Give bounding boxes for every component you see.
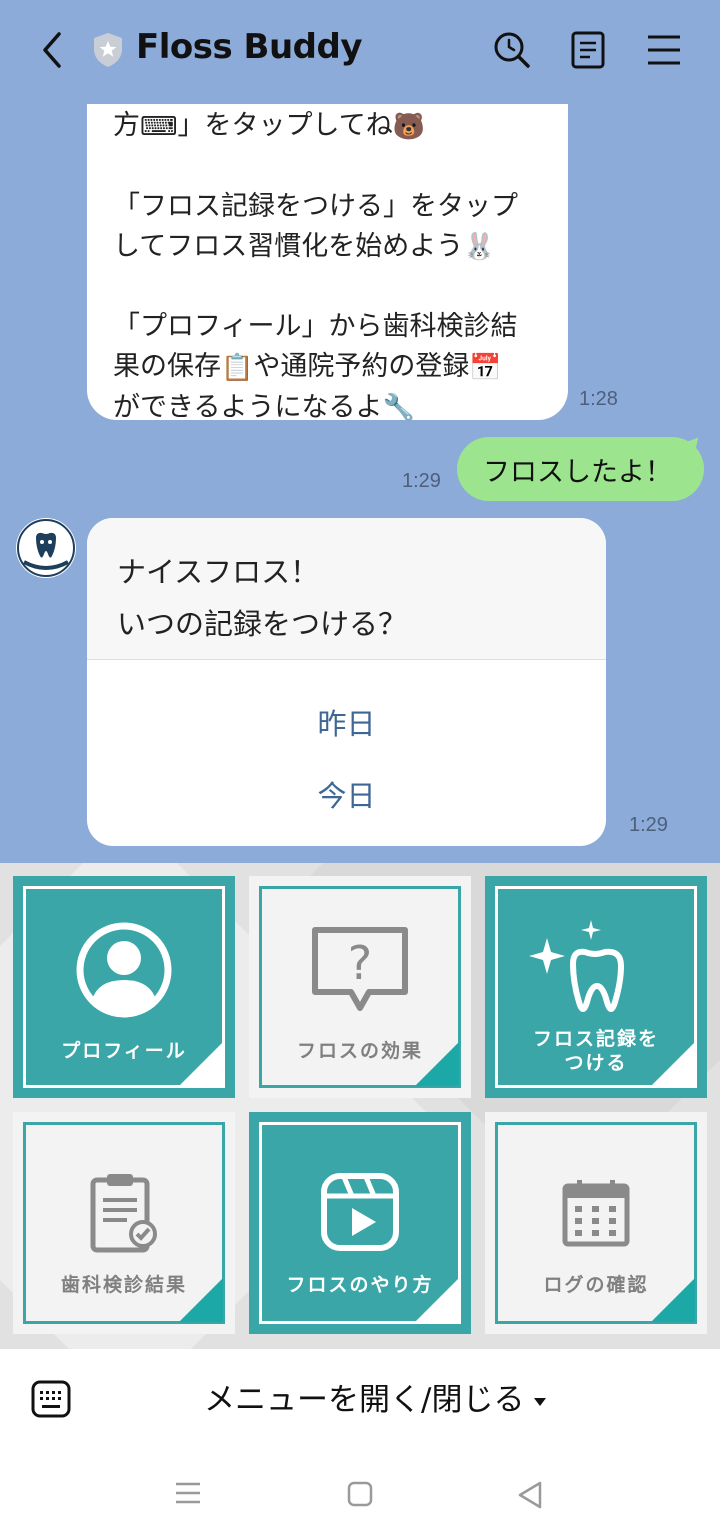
calendar-icon — [562, 1180, 630, 1247]
card-header: ナイスフロス！ いつの記録をつける？ — [87, 518, 606, 660]
message-text: 果の保存 — [113, 351, 221, 382]
option-today-button[interactable]: 今日 — [87, 773, 606, 815]
chat-title: Floss Buddy — [136, 27, 363, 67]
system-navigation-bar — [0, 1447, 720, 1539]
search-button[interactable] — [490, 28, 534, 72]
chat-header: Floss Buddy — [0, 0, 720, 104]
option-yesterday-button[interactable]: 昨日 — [87, 701, 606, 743]
question-bubble-icon: ? — [312, 927, 408, 1011]
back-button[interactable] — [30, 28, 74, 72]
home-button[interactable] — [347, 1481, 373, 1511]
rabbit-emoji-icon: 🐰 — [463, 232, 496, 262]
message-time: 1:28 — [579, 388, 618, 410]
tooth-logo-icon — [17, 519, 75, 577]
message-text: 「フロス記録をつける」をタップ — [113, 190, 518, 222]
recent-apps-icon — [176, 1482, 200, 1504]
home-square-icon — [347, 1481, 373, 1507]
svg-text:?: ? — [348, 936, 372, 990]
menu-tile-log-check[interactable]: ログの確認 — [485, 1112, 707, 1334]
message-text: 」をタップしてね — [177, 110, 393, 141]
wrench-emoji-icon: 🔧 — [382, 393, 415, 423]
bear-emoji-icon: 🐻 — [392, 111, 426, 142]
keyboard-icon — [31, 1380, 71, 1418]
keyboard-button[interactable] — [30, 1379, 72, 1423]
message-text: 「プロフィール」から歯科検診結 — [113, 311, 518, 342]
recent-apps-button[interactable] — [174, 1481, 202, 1509]
profile-icon — [76, 922, 172, 1018]
search-clock-icon — [494, 32, 530, 68]
menu-toggle-label: メニューを開く/閉じる — [204, 1382, 525, 1418]
video-play-icon — [321, 1173, 399, 1251]
notes-button[interactable] — [566, 28, 610, 72]
chevron-left-icon — [43, 32, 61, 68]
menu-tile-floss-record[interactable]: フロス記録を つける — [485, 876, 707, 1098]
quick-reply-card: ナイスフロス！ いつの記録をつける？ 昨日 今日 — [87, 518, 606, 846]
chat-area[interactable]: 方⌨」をタップしてね🐻 「フロス記録をつける」をタップ してフロス習慣化を始めよ… — [0, 0, 720, 863]
hamburger-menu-icon — [648, 35, 680, 65]
clipboard-emoji-icon: 📋 — [221, 352, 254, 383]
verified-shield-icon — [94, 33, 122, 67]
clipboard-check-icon — [90, 1174, 157, 1253]
menu-toggle-bar: メニューを開く/閉じる — [0, 1349, 720, 1447]
menu-toggle-button[interactable]: メニューを開く/閉じる — [204, 1374, 547, 1419]
menu-tile-floss-effect[interactable]: ? フロスの効果 — [249, 876, 471, 1098]
card-text-line: いつの記録をつける？ — [117, 607, 408, 641]
message-text: ができるようになるよ — [113, 391, 383, 423]
menu-tile-how-to-floss[interactable]: フロスのやり方 — [249, 1112, 471, 1334]
menu-tile-dental-checkup[interactable]: 歯科検診結果 — [13, 1112, 235, 1334]
message-text: してフロス習慣化を始めよう — [113, 230, 464, 262]
calendar-emoji-icon: 📅 — [469, 352, 502, 383]
bot-message-bubble: 方⌨」をタップしてね🐻 「フロス記録をつける」をタップ してフロス習慣化を始めよ… — [87, 60, 568, 423]
message-text: や通院予約の登録 — [253, 351, 470, 382]
user-message-bubble: フロスしたよ！ — [457, 437, 704, 501]
menu-tile-profile[interactable]: プロフィール — [13, 876, 235, 1098]
keyboard-emoji-icon: ⌨ — [140, 111, 178, 142]
message-text: フロスしたよ！ — [483, 456, 672, 488]
system-back-button[interactable] — [516, 1481, 544, 1513]
notes-icon — [571, 31, 605, 69]
message-time: 1:29 — [402, 470, 441, 492]
sparkle-tooth-icon — [529, 920, 624, 1012]
rich-menu: プロフィール ? フロスの効果 フロス記録を つける 歯科検診結果 フロスのやり… — [0, 863, 720, 1349]
caret-down-icon — [534, 1397, 547, 1406]
menu-button[interactable] — [642, 28, 686, 72]
message-time: 1:29 — [629, 814, 668, 836]
message-text: 方 — [113, 110, 140, 141]
back-triangle-icon — [518, 1481, 542, 1509]
card-text-line: ナイスフロス！ — [117, 555, 320, 589]
bot-avatar[interactable] — [16, 518, 76, 578]
